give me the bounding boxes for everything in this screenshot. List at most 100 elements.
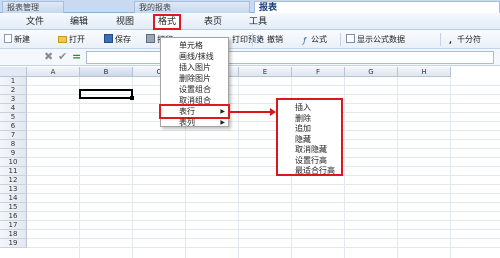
submenu-arrow-icon: ▶ [220, 119, 225, 126]
format-menu-item[interactable]: 表列 ▶ [161, 117, 228, 128]
thousands-separator-button[interactable]: , 千分符 [446, 33, 481, 46]
row-submenu-item[interactable]: 删除 [278, 114, 342, 124]
fill-handle[interactable] [130, 96, 134, 100]
new-button[interactable]: 新建 [4, 33, 30, 46]
grid-column-line [238, 77, 239, 258]
formula-button[interactable]: ƒ 公式 [300, 33, 327, 46]
row-header-16[interactable]: 16 [0, 212, 27, 221]
tab-strip: 报表管理 我的报表 报表 [0, 0, 500, 14]
format-menu-item[interactable]: 设置组合 [161, 84, 228, 95]
row-submenu: 插入 删除 追加 隐藏 取消隐藏 设置行高 最适合行高 [276, 98, 343, 176]
menu-item-label: 插入图片 [179, 63, 211, 72]
active-cell[interactable] [79, 89, 133, 99]
row-header-15[interactable]: 15 [0, 203, 27, 212]
grid-row-line [27, 139, 500, 140]
grid-row-line [27, 193, 500, 194]
column-header-b[interactable]: B [80, 67, 133, 77]
format-menu-item[interactable]: 插入图片 [161, 62, 228, 73]
printer-icon [146, 34, 155, 43]
row-header-18[interactable]: 18 [0, 230, 27, 239]
row-header-17[interactable]: 17 [0, 221, 27, 230]
menu-item-label: 设置组合 [179, 85, 211, 94]
callout-arrow-line [229, 111, 271, 113]
menu-edit[interactable]: 编辑 [70, 16, 88, 28]
tab-report-management[interactable]: 报表管理 [2, 1, 64, 13]
row-header-3[interactable]: 3 [0, 95, 27, 104]
format-menu-item[interactable]: 删除图片 [161, 73, 228, 84]
column-header-e[interactable]: E [239, 67, 292, 77]
row-header-10[interactable]: 10 [0, 158, 27, 167]
row-header-12[interactable]: 12 [0, 176, 27, 185]
row-header-9[interactable]: 9 [0, 149, 27, 158]
row-header-11[interactable]: 11 [0, 167, 27, 176]
grid-row-line [27, 220, 500, 221]
row-header-2[interactable]: 2 [0, 86, 27, 95]
menu-file[interactable]: 文件 [26, 16, 44, 28]
undo-button[interactable]: ↶ 撤销 [256, 33, 283, 46]
format-menu-item[interactable]: 取消组合 [161, 95, 228, 106]
open-button[interactable]: 打开 [58, 33, 85, 46]
row-submenu-item[interactable]: 设置行高 [278, 156, 342, 166]
grid-row-line [27, 85, 500, 86]
row-submenu-item[interactable]: 隐藏 [278, 135, 342, 145]
tab-label: 我的报表 [139, 3, 171, 12]
row-header-5[interactable]: 5 [0, 113, 27, 122]
formula-bar: ✖ ✔ = [0, 49, 500, 66]
save-icon [104, 34, 113, 43]
row-submenu-item[interactable]: 插入 [278, 103, 342, 113]
menu-format[interactable]: 格式 [152, 14, 182, 30]
grid-row-line [27, 121, 500, 122]
grid-row-line [27, 175, 500, 176]
new-file-icon [4, 34, 12, 43]
grid-column-line [450, 77, 451, 258]
menu-table-page[interactable]: 表页 [204, 16, 222, 28]
row-header-13[interactable]: 13 [0, 185, 27, 194]
row-header-4[interactable]: 4 [0, 104, 27, 113]
tab-my-reports[interactable]: 我的报表 [134, 1, 250, 13]
row-header-19[interactable]: 19 [0, 239, 27, 248]
row-header-7[interactable]: 7 [0, 131, 27, 140]
submenu-arrow-icon: ▶ [220, 108, 225, 115]
column-header-a[interactable]: A [27, 67, 80, 77]
formula-input[interactable] [86, 51, 494, 64]
save-button[interactable]: 保存 [104, 33, 131, 46]
row-submenu-item[interactable]: 最适合行高 [278, 166, 342, 176]
equals-icon[interactable]: = [72, 51, 81, 63]
format-menu-item[interactable]: 单元格 [161, 40, 228, 51]
toolbar: 新建 打开 保存 打印 打印预览 ↶撤销 ƒ公式 显示公式数据 ,千分符 [0, 30, 500, 49]
row-header-6[interactable]: 6 [0, 122, 27, 131]
column-header-g[interactable]: G [345, 67, 398, 77]
new-label: 新建 [14, 35, 30, 44]
cancel-icon[interactable]: ✖ [44, 51, 53, 63]
column-header-f[interactable]: F [292, 67, 345, 77]
show-formula-data-button[interactable]: 显示公式数据 [346, 33, 405, 46]
row-header-1[interactable]: 1 [0, 77, 27, 86]
menu-item-label: 表列 [179, 118, 195, 127]
save-label: 保存 [115, 35, 131, 44]
row-header-14[interactable]: 14 [0, 194, 27, 203]
undo-icon: ↶ [257, 36, 264, 45]
menu-tools[interactable]: 工具 [249, 16, 267, 28]
menu-bar: 文件 编辑 视图 格式 表页 工具 [0, 13, 500, 30]
grid-row-line [27, 211, 500, 212]
formula-label: 公式 [311, 35, 327, 44]
grid-row-line [27, 130, 500, 131]
column-header-h[interactable]: H [398, 67, 451, 77]
grid-row-line [27, 157, 500, 158]
row-header-8[interactable]: 8 [0, 140, 27, 149]
grid-row-line [27, 166, 500, 167]
row-submenu-item[interactable]: 取消隐藏 [278, 145, 342, 155]
toolbar-separator [440, 33, 441, 46]
toolbar-separator [340, 33, 341, 46]
format-menu-item[interactable]: 表行 ▶ [159, 104, 230, 119]
folder-icon [58, 36, 67, 43]
format-menu: 单元格 画线/抹线 插入图片 删除图片 设置组合 取消组合 表行 ▶ 表列 ▶ [159, 37, 230, 128]
format-menu-item[interactable]: 画线/抹线 [161, 51, 228, 62]
menu-view[interactable]: 视图 [116, 16, 134, 28]
confirm-icon[interactable]: ✔ [58, 51, 67, 63]
select-all-corner[interactable] [0, 67, 27, 77]
grid-column-line [344, 77, 345, 258]
spreadsheet-grid[interactable]: ABCDEFGH 12345678910111213141516171819 [0, 67, 500, 258]
row-submenu-item[interactable]: 追加 [278, 124, 342, 134]
comma-icon: , [448, 36, 453, 45]
